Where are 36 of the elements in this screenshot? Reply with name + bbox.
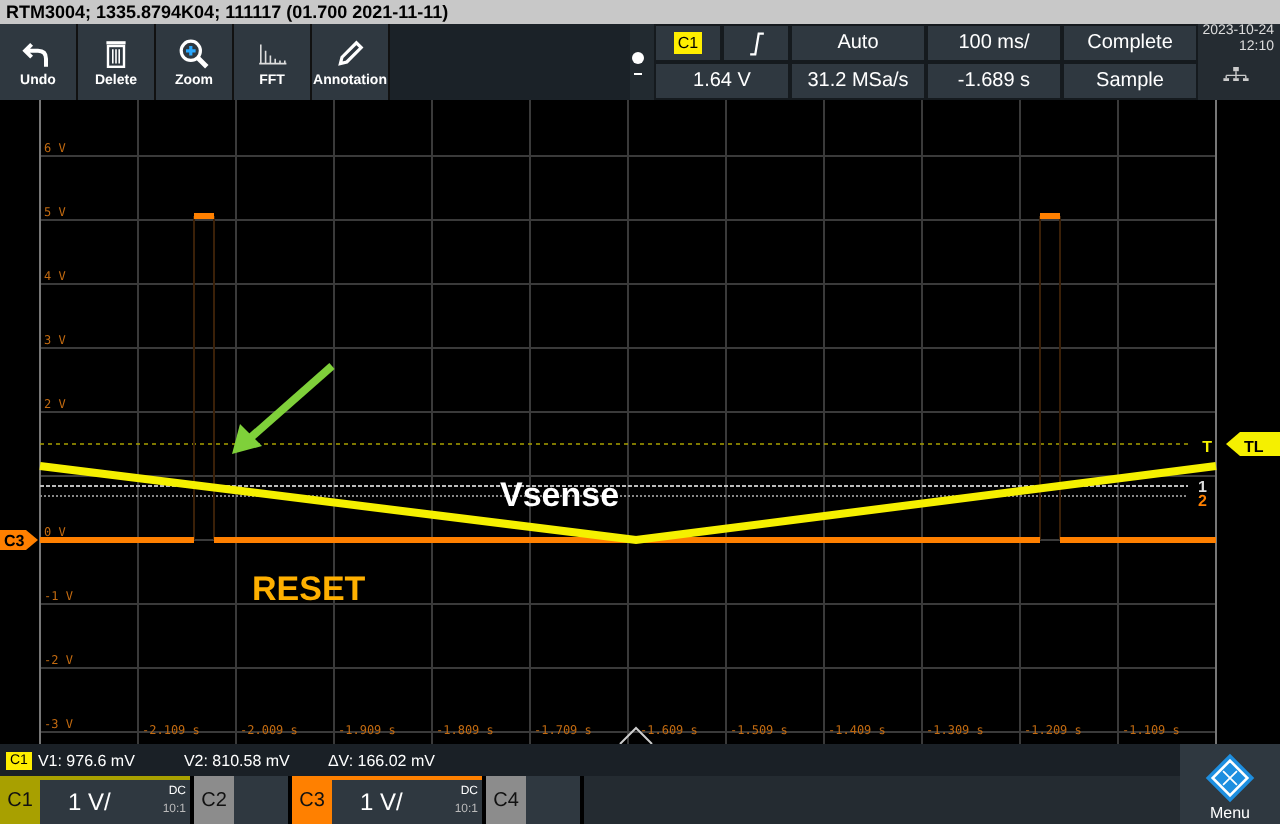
cursor-line[interactable] <box>39 495 1189 497</box>
channel-button[interactable]: C1 <box>0 776 40 824</box>
window-title: RTM3004; 1335.8794K04; 111117 (01.700 2021-11-11) <box>0 0 1280 24</box>
cursor-reading: V2: 810.58 mV <box>183 751 292 769</box>
cursor-label: 2 <box>1198 492 1207 510</box>
cursor-label: 1 <box>1198 478 1207 496</box>
pencil-icon <box>334 37 366 69</box>
timebase[interactable]: 100 ms/ <box>926 24 1062 62</box>
cursor-reading: ΔV: 166.02 mV <box>327 751 435 769</box>
channel-button[interactable]: C3 <box>292 776 332 824</box>
logo-icon <box>1204 752 1256 804</box>
rising-edge-icon <box>747 31 765 55</box>
vertical-scale: 1 V/ <box>360 788 403 816</box>
annotation-label: RESET <box>252 570 366 608</box>
horizontal-position[interactable]: -1.689 s <box>926 62 1062 100</box>
acquisition-state[interactable]: Complete <box>1062 24 1198 62</box>
cursor-reading: V1: 976.6 mV <box>37 751 137 769</box>
acquisition-mode[interactable]: Sample <box>1062 62 1198 100</box>
cursor-line[interactable] <box>39 485 1189 487</box>
trigger-level[interactable]: 1.64 V <box>654 62 790 100</box>
sample-rate[interactable]: 31.2 MSa/s <box>790 62 926 100</box>
trash-icon <box>100 37 132 69</box>
undo-icon <box>22 37 54 69</box>
zoom-icon <box>178 37 210 69</box>
channel-button[interactable]: C2 <box>194 776 234 824</box>
annotation-label: Vsense <box>500 476 620 514</box>
network-icon <box>1222 66 1250 82</box>
trigger-level-marker[interactable]: TL <box>1226 432 1280 456</box>
vertical-scale: 1 V/ <box>68 788 111 816</box>
menu-button[interactable]: Menu <box>1180 744 1280 824</box>
arrow-drawing <box>232 363 335 454</box>
trigger-marker: T <box>1202 438 1212 456</box>
trigger-mode[interactable]: Auto <box>790 24 926 62</box>
channel-button[interactable]: C4 <box>486 776 526 824</box>
source-badge: C1 <box>673 32 703 54</box>
channel-marker[interactable]: C3 <box>0 530 38 550</box>
